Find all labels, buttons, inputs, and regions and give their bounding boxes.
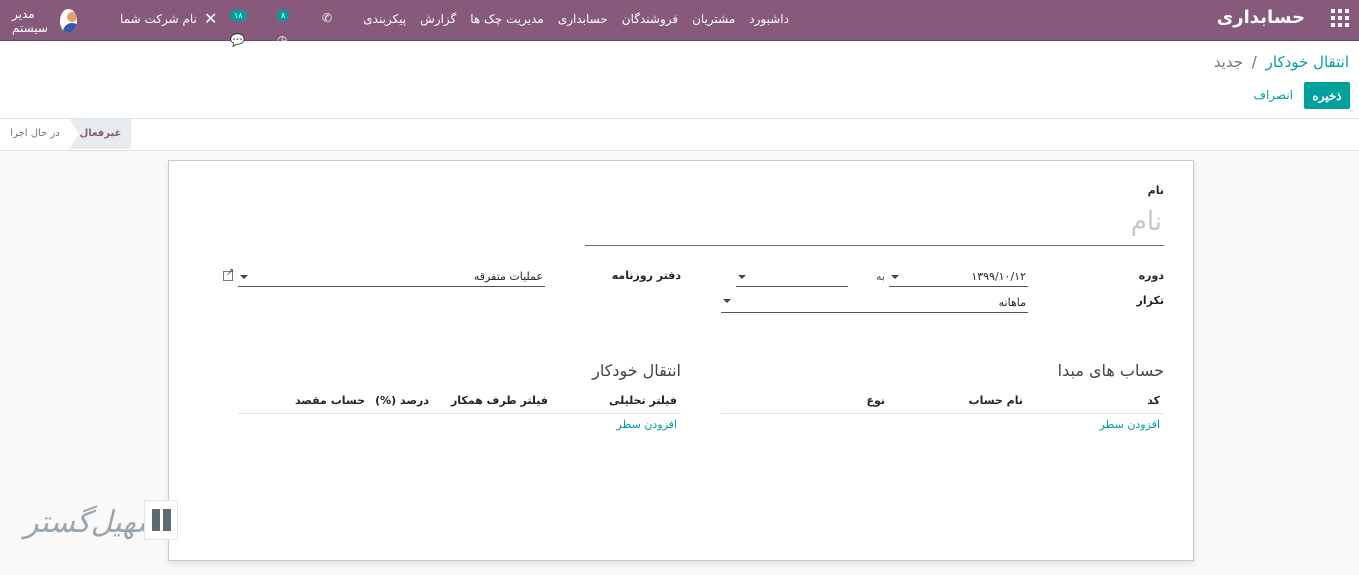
period-label: دوره [1138, 269, 1164, 282]
menu-configuration[interactable]: پیکربندی [363, 12, 406, 26]
period-to-field[interactable] [736, 267, 848, 287]
app-brand[interactable]: حسابداری [1217, 7, 1305, 28]
transfer-table-divider [238, 413, 681, 414]
source-add-line[interactable]: افزودن سطر [1100, 418, 1160, 431]
discard-button[interactable]: انصراف [1254, 88, 1293, 102]
breadcrumb-current: جدید [1213, 53, 1244, 71]
main-menu: داشبورد مشتریان فروشندگان حسابداری مدیری… [363, 12, 789, 26]
frequency-label: تکرار [1136, 294, 1164, 307]
chevron-down-icon [738, 275, 746, 279]
status-inactive[interactable]: غیرفعال [69, 119, 131, 149]
apps-menu-icon[interactable] [1331, 9, 1349, 27]
control-panel: انتقال خودکار / جدید ذخیره انصراف [0, 41, 1359, 119]
breadcrumb-separator: / [1251, 53, 1257, 71]
save-button[interactable]: ذخیره [1304, 82, 1350, 109]
journal-value: عملیات متفرقه [473, 270, 543, 283]
avatar [60, 9, 77, 33]
journal-label: دفتر روزنامه [611, 269, 681, 282]
status-running[interactable]: در حال اجرا [0, 119, 70, 149]
col-code[interactable]: کد [1147, 394, 1160, 407]
menu-reporting[interactable]: گزارش [420, 12, 456, 26]
col-percent[interactable]: درصد (%) [375, 394, 429, 407]
period-from-value: ۱۳۹۹/۱۰/۱۲ [971, 270, 1026, 283]
external-link-icon[interactable] [223, 267, 234, 281]
period-to-label: به [876, 270, 885, 283]
source-table-divider [721, 413, 1164, 414]
name-label: نام [1147, 184, 1164, 197]
menu-customers[interactable]: مشتریان [692, 12, 735, 26]
tools-icon[interactable]: ✕ [204, 9, 217, 28]
watermark-logo: تسهیل‌گستر [20, 500, 180, 550]
menu-cheque-management[interactable]: مدیریت چک ها [470, 12, 544, 26]
source-accounts-title: حساب های مبدا [1057, 361, 1164, 380]
breadcrumb: انتقال خودکار / جدید [1214, 53, 1349, 71]
watermark-emblem [144, 500, 178, 540]
col-destination-account[interactable]: حساب مقصد [295, 394, 365, 407]
menu-accounting[interactable]: حسابداری [558, 12, 608, 26]
col-account-name[interactable]: نام حساب [969, 394, 1023, 407]
col-type[interactable]: نوع [866, 394, 885, 407]
period-from-field[interactable]: ۱۳۹۹/۱۰/۱۲ [889, 267, 1028, 287]
company-switcher[interactable]: نام شرکت شما [120, 12, 197, 26]
status-bar: غیرفعال در حال اجرا [0, 119, 1359, 151]
top-navbar: حسابداری داشبورد مشتریان فروشندگان حسابد… [0, 0, 1359, 47]
col-analytic-filter[interactable]: فیلتر تحلیلی [609, 394, 677, 407]
chat-count-badge: ۱۸ [230, 10, 247, 21]
menu-dashboard[interactable]: داشبورد [749, 12, 789, 26]
chevron-down-icon [891, 275, 899, 279]
activity-count-badge: ۸ [277, 10, 290, 21]
transfer-add-line[interactable]: افزودن سطر [617, 418, 677, 431]
breadcrumb-root[interactable]: انتقال خودکار [1266, 53, 1349, 71]
chevron-down-icon [240, 275, 248, 279]
journal-field[interactable]: عملیات متفرقه [238, 267, 545, 287]
auto-transfer-title: انتقال خودکار [592, 361, 681, 380]
col-partner-filter[interactable]: فیلتر طرف همکار [451, 394, 548, 407]
name-placeholder: نام [1130, 207, 1162, 237]
name-field[interactable]: نام [585, 201, 1164, 246]
user-name: مدیر سیستم [12, 7, 48, 35]
frequency-field[interactable]: ماهانه [721, 293, 1028, 313]
frequency-value: ماهانه [998, 296, 1026, 309]
phone-icon[interactable]: ✆ [322, 11, 332, 25]
chevron-down-icon [723, 299, 731, 303]
form-sheet: نام نام دوره ۱۳۹۹/۱۰/۱۲ به دفتر روزنامه … [168, 160, 1194, 561]
user-menu[interactable]: مدیر سیستم [12, 7, 77, 35]
menu-vendors[interactable]: فروشندگان [622, 12, 678, 26]
